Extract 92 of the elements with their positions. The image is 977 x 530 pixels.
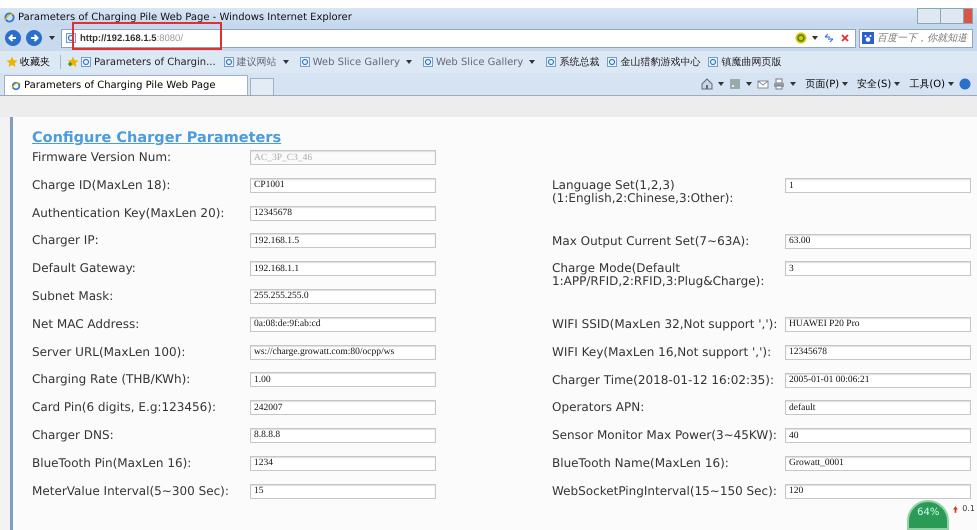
favorite-link[interactable]: 系统总裁 (546, 55, 600, 69)
percent-text: 64% (917, 507, 940, 518)
input-field[interactable]: 120 (785, 484, 971, 499)
caret-icon[interactable] (529, 60, 536, 64)
favorite-link[interactable]: Web Slice Gallery (422, 55, 538, 69)
paw-icon (862, 32, 874, 44)
field-label: Charging Rate (THB/KWh): (32, 372, 192, 386)
page-icon[interactable] (224, 57, 234, 67)
field-label: Sensor Monitor Max Power(3~45KW): (552, 428, 778, 442)
page-icon[interactable] (81, 57, 91, 67)
browser-tab[interactable]: Parameters of Charging Pile Web Page (4, 75, 248, 95)
field-label: WIFI SSID(MaxLen 32,Not support ','): (552, 316, 778, 331)
page-icon[interactable] (546, 57, 556, 67)
forward-button[interactable] (25, 29, 43, 47)
caret-icon[interactable] (49, 36, 55, 40)
input-field[interactable]: 242007 (250, 400, 436, 416)
speed-text: 0.1 (962, 504, 975, 513)
home-icon[interactable] (701, 78, 714, 90)
input-field[interactable]: 255.255.255.0 (250, 288, 436, 304)
input-field[interactable]: 12345678 (250, 206, 436, 221)
field-label: Card Pin(6 digits, E.g:123456): (32, 400, 218, 414)
field-label: Charge ID(MaxLen 18): (32, 178, 172, 192)
input-field[interactable]: 40 (785, 428, 971, 444)
field-label: WebSocketPingInterval(15~150 Sec): (552, 484, 778, 498)
field-label: Language Set(1,2,3) (1:English,2:Chinese,3:Other): (552, 178, 734, 205)
caret-icon[interactable] (406, 60, 412, 64)
input-field[interactable]: 8.8.8.8 (250, 428, 436, 443)
up-arrow-icon (953, 506, 958, 513)
browser-logo-icon (4, 12, 15, 23)
field-label: Firmware Version Num: (32, 150, 172, 164)
field-label: Charger DNS: (32, 428, 115, 442)
caret-icon[interactable] (282, 60, 289, 64)
input-field[interactable]: 3 (785, 261, 971, 276)
field-label: Charger Time(2018-01-12 16:02:35): (552, 372, 776, 387)
browser-logo-icon (11, 80, 21, 90)
field-label: Authentication Key(MaxLen 20): (32, 206, 226, 220)
stop-icon[interactable] (839, 32, 851, 44)
input-field[interactable]: 192.168.1.1 (250, 261, 436, 276)
menu-button[interactable]: 工具(O) (909, 77, 945, 91)
field-label: Charger IP: (32, 233, 100, 248)
compat-view-icon[interactable] (823, 32, 835, 44)
input-field[interactable]: 1 (785, 178, 971, 193)
input-field[interactable]: 0a:08:de:9f:ab:cd (250, 316, 436, 332)
favorite-link[interactable]: 建议网站 (224, 55, 292, 69)
caret-icon[interactable] (812, 36, 818, 40)
favorite-link[interactable]: 金山猎豹游戏中心 (607, 55, 700, 69)
page-icon[interactable] (422, 57, 433, 67)
input-field[interactable]: HUAWEI P20 Pro (785, 316, 971, 332)
input-field[interactable]: 2005-01-01 00:06:21 (785, 372, 971, 388)
field-label: Net MAC Address: (32, 316, 140, 331)
input-field[interactable]: default (785, 400, 971, 416)
field-label: MeterValue Interval(5~300 Sec): (32, 484, 230, 498)
input-field[interactable]: 12345678 (785, 344, 971, 360)
input-field[interactable]: ws://charge.growatt.com:80/ocpp/ws (250, 344, 436, 360)
caret-icon[interactable] (842, 82, 848, 86)
star-icon[interactable] (6, 56, 18, 68)
field-label: Server URL(MaxLen 100): (32, 344, 186, 359)
add-favorite-icon[interactable] (67, 56, 79, 68)
field-label: Default Gateway: (32, 261, 137, 276)
input-field[interactable]: 63.00 (785, 234, 971, 249)
menu-button[interactable]: 页面(P) (805, 77, 840, 91)
caret-icon[interactable] (718, 82, 724, 86)
back-button[interactable] (4, 29, 22, 47)
field-label: Operators APN: (552, 400, 646, 414)
field-label: Subnet Mask: (32, 288, 114, 303)
printer-icon[interactable] (773, 78, 786, 90)
input-field[interactable]: 15 (250, 484, 436, 499)
input-field[interactable]: 1.00 (250, 372, 436, 388)
input-field[interactable]: 192.168.1.5 (250, 233, 436, 248)
caret-icon[interactable] (894, 82, 900, 86)
mail-icon[interactable] (757, 78, 770, 90)
input-field[interactable]: CP1001 (250, 178, 436, 193)
page-icon[interactable] (708, 57, 718, 67)
caret-icon[interactable] (746, 82, 752, 86)
caret-icon[interactable] (790, 82, 796, 86)
caret-icon[interactable] (948, 82, 954, 86)
favorite-link[interactable]: Parameters of Chargin... (81, 55, 216, 69)
favorite-link[interactable]: Web Slice Gallery (300, 55, 415, 69)
address-field[interactable]: http://192.168.1.5:8080/ (61, 28, 856, 48)
window-title: Parameters of Charging Pile Web Page - Windows Internet Explorer (18, 12, 352, 23)
field-label: WIFI Key(MaxLen 16,Not support ','): (552, 344, 772, 359)
field-label: Charge Mode(Default 1:APP/RFID,2:RFID,3:Plug&Charge): (552, 261, 766, 288)
input-field[interactable]: 1234 (250, 456, 436, 471)
input-field[interactable]: Growatt_0001 (785, 456, 971, 471)
favorites-label[interactable]: 收藏夹 (20, 55, 50, 69)
menu-button[interactable]: 安全(S) (857, 77, 892, 91)
page-icon[interactable] (300, 57, 310, 67)
field-label: BlueTooth Name(MaxLen 16): (552, 456, 730, 470)
field-label: BlueTooth Pin(MaxLen 16): (32, 456, 192, 470)
favorite-link[interactable]: 镇魔曲网页版 (708, 55, 782, 69)
page-icon[interactable] (607, 57, 618, 67)
field-label: Max Output Current Set(7~63A): (552, 234, 750, 248)
